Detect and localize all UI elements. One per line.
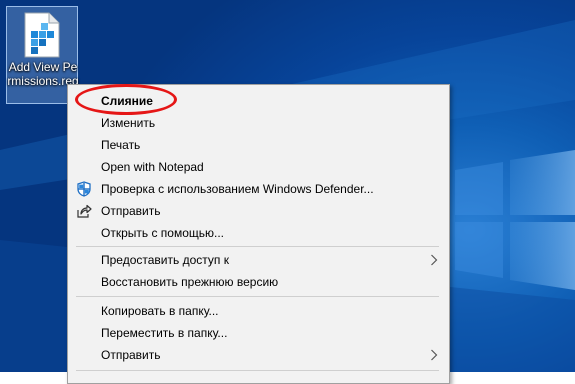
menu-item-move-to-folder[interactable]: Переместить в папку... (68, 322, 449, 344)
menu-item-label: Open with Notepad (101, 160, 204, 174)
menu-item-copy-to-folder[interactable]: Копировать в папку... (68, 300, 449, 322)
menu-item-restore-previous-versions[interactable]: Восстановить прежнюю версию (68, 271, 449, 293)
menu-item-label: Открыть с помощью... (101, 226, 225, 240)
menu-item-open-with-notepad[interactable]: Open with Notepad (68, 156, 449, 178)
menu-item-open-with[interactable]: Открыть с помощью... (68, 222, 449, 244)
menu-item-label: Проверка с использованием Windows Defend… (101, 182, 374, 196)
menu-item-label: Предоставить доступ к (101, 253, 229, 267)
registry-file-icon (24, 12, 60, 58)
share-icon (77, 204, 92, 218)
menu-separator (76, 370, 439, 371)
windows-defender-icon (77, 181, 91, 197)
menu-item-label: Переместить в папку... (101, 326, 228, 340)
menu-item-label: Печать (101, 138, 141, 152)
menu-item-give-access[interactable]: Предоставить доступ к (68, 249, 449, 271)
menu-item-label: Восстановить прежнюю версию (101, 275, 279, 289)
menu-item-label: Отправить (101, 348, 161, 362)
menu-item-label: Копировать в папку... (101, 304, 219, 318)
menu-item-print[interactable]: Печать (68, 134, 449, 156)
menu-item-edit[interactable]: Изменить (68, 112, 449, 134)
red-highlight-ellipse (75, 84, 177, 115)
chevron-right-icon (431, 254, 438, 266)
menu-item-label: Отправить (101, 204, 161, 218)
menu-separator (76, 246, 439, 247)
menu-item-windows-defender-scan[interactable]: Проверка с использованием Windows Defend… (68, 178, 449, 200)
menu-item-label: Изменить (101, 116, 156, 130)
menu-item-send-to[interactable]: Отправить (68, 344, 449, 366)
context-menu: Слияние Изменить Печать Open with Notepa… (67, 84, 450, 384)
menu-item-share[interactable]: Отправить (68, 200, 449, 222)
chevron-right-icon (431, 349, 438, 361)
menu-separator (76, 296, 439, 297)
